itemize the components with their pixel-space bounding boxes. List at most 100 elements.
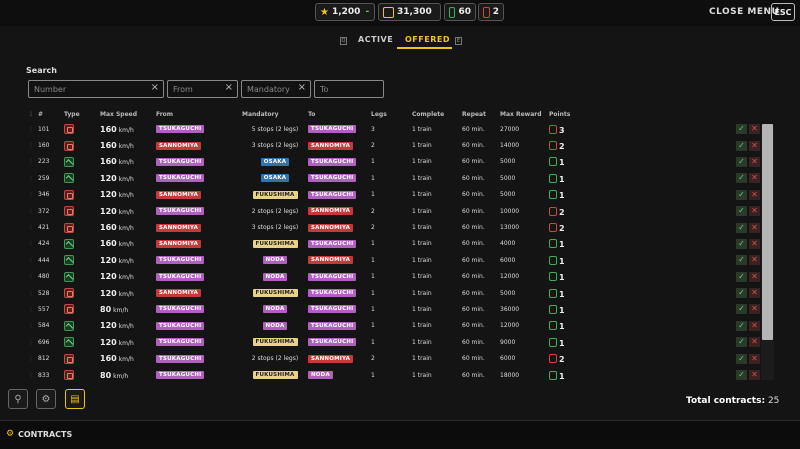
row-spacer [582,170,735,186]
mandatory-station-tag: FUKUSHIMA [252,289,298,298]
row-spacer [582,367,735,381]
accept-contract-button[interactable]: ✓ [736,353,747,364]
from-cell: TSUKAGUCHI [156,269,242,285]
tab-active[interactable]: ACTIVE [358,35,393,44]
accept-contract-button[interactable]: ✓ [736,206,747,217]
table-row[interactable]: ⋮ 223 160 km/h TSUKAGUCHI OSAKA TSUKAGUCHI 1 1 … [28,154,760,170]
header-num[interactable]: # [38,108,64,121]
header-max-reward[interactable]: Max Reward [500,108,549,121]
accept-contract-button[interactable]: ✓ [736,320,747,331]
table-row[interactable]: ⋮ 528 120 km/h SANNOMIYA FUKUSHIMA TSUKAGUCHI… [28,285,760,301]
table-row[interactable]: ⋮ 424 160 km/h SANNOMIYA FUKUSHIMA TSUKAGUCHI… [28,236,760,252]
route-filter-button[interactable]: ⚲ [8,389,28,409]
header-to[interactable]: To [308,108,371,121]
table-row[interactable]: ⋮ 101 160 km/h TSUKAGUCHI 5 stops (2 legs) TS… [28,121,760,137]
reject-contract-button[interactable]: ✕ [749,353,760,364]
max-reward-value: 5000 [500,289,516,297]
table-row[interactable]: ⋮ 584 120 km/h TSUKAGUCHI NODA TSUKAGUCHI 1 1 t… [28,318,760,334]
accept-contract-button[interactable]: ✓ [736,288,747,299]
to-input[interactable] [315,81,383,97]
points-value: 1 [559,371,565,381]
repeat-value: 60 min. [462,207,485,215]
reject-contract-button[interactable]: ✕ [749,173,760,184]
table-row[interactable]: ⋮ 480 120 km/h TSUKAGUCHI NODA TSUKAGUCHI 1 1 t… [28,269,760,285]
header-mandatory[interactable]: Mandatory [242,108,308,121]
esc-key-button[interactable]: ESC [771,3,795,21]
contracts-view-button[interactable]: ▤ [65,389,85,409]
clear-mandatory-icon[interactable]: × [298,82,306,93]
reject-contract-button[interactable]: ✕ [749,370,760,381]
reject-contract-button[interactable]: ✕ [749,222,760,233]
header-legs[interactable]: Legs [371,108,412,121]
contract-number: 696 [38,338,50,346]
reject-contract-button[interactable]: ✕ [749,206,760,217]
table-row[interactable]: ⋮ 421 160 km/h SANNOMIYA 3 stops (2 legs) SAN… [28,219,760,235]
mandatory-cell: OSAKA [242,154,308,170]
route-icon: ⚲ [14,393,22,405]
from-station-tag: TSUKAGUCHI [156,371,205,380]
clear-number-icon[interactable]: × [151,82,159,93]
table-row[interactable]: ⋮ 557 80 km/h TSUKAGUCHI NODA TSUKAGUCHI 1 1 tr… [28,301,760,317]
accept-contract-button[interactable]: ✓ [736,173,747,184]
accept-contract-button[interactable]: ✓ [736,189,747,200]
header-from[interactable]: From [156,108,242,121]
close-menu-button[interactable]: CLOSE MENU [709,7,779,17]
header-complete[interactable]: Complete [412,108,462,121]
accept-contract-button[interactable]: ✓ [736,304,747,315]
table-row[interactable]: ⋮ 812 160 km/h TSUKAGUCHI 2 stops (2 legs) SA… [28,350,760,366]
table-row[interactable]: ⋮ 372 120 km/h TSUKAGUCHI 2 stops (2 legs) SA… [28,203,760,219]
header-repeat[interactable]: Repeat [462,108,500,121]
max-speed-value: 120 [100,272,117,282]
reject-contract-button[interactable]: ✕ [749,255,760,266]
max-speed-value: 160 [100,354,117,364]
reject-contract-button[interactable]: ✕ [749,156,760,167]
table-row[interactable]: ⋮ 160 160 km/h SANNOMIYA 3 stops (2 legs) SAN… [28,137,760,153]
accept-contract-button[interactable]: ✓ [736,337,747,348]
row-separator: ⋮ [28,125,34,133]
table-row[interactable]: ⋮ 444 120 km/h TSUKAGUCHI NODA SANNOMIYA 1 1 tr… [28,252,760,268]
reject-contract-button[interactable]: ✕ [749,304,760,315]
table-row[interactable]: ⋮ 833 80 km/h TSUKAGUCHI FUKUSHIMA NODA 1 1 tra… [28,367,760,381]
accept-contract-button[interactable]: ✓ [736,222,747,233]
contracts-section-label[interactable]: CONTRACTS [18,430,72,439]
row-spacer [582,236,735,252]
accept-contract-button[interactable]: ✓ [736,156,747,167]
number-input[interactable] [29,81,163,97]
accept-contract-button[interactable]: ✓ [736,370,747,381]
reject-contract-button[interactable]: ✕ [749,140,760,151]
table-row[interactable]: ⋮ 696 120 km/h TSUKAGUCHI FUKUSHIMA TSUKAGUCH… [28,334,760,350]
green-train-icon [449,6,456,18]
accept-contract-button[interactable]: ✓ [736,238,747,249]
table-row[interactable]: ⋮ 259 120 km/h TSUKAGUCHI OSAKA TSUKAGUCHI 1 1 … [28,170,760,186]
points-cell: 1 [549,252,582,268]
scrollbar-thumb[interactable] [762,124,773,340]
accept-contract-button[interactable]: ✓ [736,140,747,151]
reject-contract-button[interactable]: ✕ [749,124,760,135]
accept-contract-button[interactable]: ✓ [736,271,747,282]
to-station-tag: TSUKAGUCHI [308,174,357,183]
table-row[interactable]: ⋮ 346 120 km/h SANNOMIYA FUKUSHIMA TSUKAGUCHI… [28,187,760,203]
reject-contract-button[interactable]: ✕ [749,189,760,200]
header-type[interactable]: Type [64,108,100,121]
reject-contract-button[interactable]: ✕ [749,320,760,331]
row-actions: ✓ ✕ [735,252,760,268]
row-separator: ⋮ [28,305,34,313]
tab-offered[interactable]: OFFERED [405,35,450,44]
clear-from-icon[interactable]: × [225,82,233,93]
accept-contract-button[interactable]: ✓ [736,255,747,266]
mandatory-filter: × [241,80,311,98]
settings-button[interactable]: ⚙ [36,389,56,409]
reject-contract-button[interactable]: ✕ [749,288,760,299]
reject-contract-button[interactable]: ✕ [749,271,760,282]
reject-contract-button[interactable]: ✕ [749,337,760,348]
from-station-tag: TSUKAGUCHI [156,256,205,265]
reject-contract-button[interactable]: ✕ [749,238,760,249]
mandatory-cell: 3 stops (2 legs) [242,219,308,235]
money-value: 31,300 [397,7,432,17]
legs-value: 1 [371,322,375,330]
accept-contract-button[interactable]: ✓ [736,124,747,135]
header-max-speed[interactable]: Max Speed [100,108,156,121]
header-points[interactable]: Points [549,108,582,121]
complete-value: 1 train [412,273,432,281]
green-points-icon [549,157,557,167]
